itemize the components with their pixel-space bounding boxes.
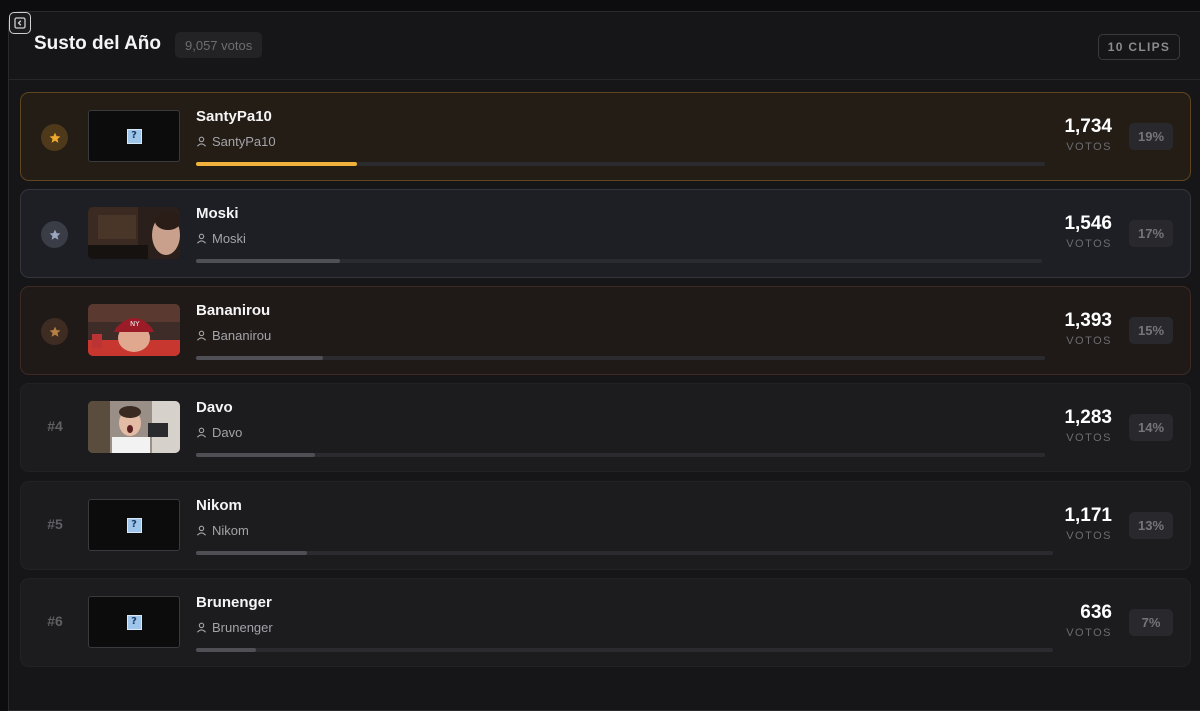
vote-percentage-badge: 7% xyxy=(1129,609,1173,636)
clip-title: Bananirou xyxy=(196,302,271,319)
vote-count: 636 xyxy=(1080,602,1112,623)
user-icon xyxy=(196,330,207,341)
vote-percentage-badge: 14% xyxy=(1129,414,1173,441)
vote-progress-bar xyxy=(196,162,1045,166)
rank-number: #4 xyxy=(47,418,63,434)
rank-number: #5 xyxy=(47,516,63,532)
question-mark-icon: ? xyxy=(126,517,142,533)
author-name: Bananirou xyxy=(212,328,272,343)
clip-title: Davo xyxy=(196,399,233,416)
vote-count-label: VOTOS xyxy=(1066,627,1112,639)
vote-count-label: VOTOS xyxy=(1066,432,1112,444)
rank-medal-bronze xyxy=(41,318,68,345)
star-icon xyxy=(49,132,60,143)
author-name: Brunenger xyxy=(212,620,273,635)
user-icon xyxy=(196,233,207,244)
vote-percentage-badge: 19% xyxy=(1129,123,1173,150)
question-mark-icon: ? xyxy=(126,128,142,144)
category-title: Susto del Año xyxy=(34,33,162,54)
clip-row[interactable]: #5? Nikom Nikom 1,171 VOTOS 13% xyxy=(20,481,1191,570)
vote-progress-fill xyxy=(196,259,340,263)
vote-progress-fill xyxy=(196,162,357,166)
clip-row[interactable]: #6? Brunenger Brunenger 636 VOTOS 7% xyxy=(20,578,1191,667)
vote-percentage-badge: 17% xyxy=(1129,220,1173,247)
star-icon xyxy=(49,229,60,240)
clip-title: Brunenger xyxy=(196,594,272,611)
vote-percentage-badge: 15% xyxy=(1129,317,1173,344)
vote-progress-bar xyxy=(196,259,1042,263)
clip-author: Bananirou xyxy=(196,328,271,343)
clip-title: Moski xyxy=(196,205,239,222)
vote-count-label: VOTOS xyxy=(1066,238,1112,250)
clip-thumbnail[interactable] xyxy=(88,401,180,453)
author-name: Nikom xyxy=(212,523,249,538)
clip-title: SantyPa10 xyxy=(196,108,272,125)
vote-progress-bar xyxy=(196,453,1045,457)
rank-medal-silver xyxy=(41,221,68,248)
clip-author: Davo xyxy=(196,425,242,440)
vote-progress-bar xyxy=(196,356,1045,360)
rank-medal-gold xyxy=(41,124,68,151)
author-name: Moski xyxy=(212,231,246,246)
star-icon xyxy=(49,326,60,337)
vote-count: 1,171 xyxy=(1064,505,1112,526)
clip-author: SantyPa10 xyxy=(196,134,276,149)
vote-progress-bar xyxy=(196,551,1053,555)
rank-number: #6 xyxy=(47,613,63,629)
vote-count: 1,283 xyxy=(1064,407,1112,428)
clip-author: Nikom xyxy=(196,523,249,538)
clip-thumbnail[interactable] xyxy=(88,207,180,259)
author-name: SantyPa10 xyxy=(212,134,276,149)
sidebar-collapse-icon xyxy=(14,17,26,29)
thumbnail-image xyxy=(88,207,180,259)
thumbnail-image xyxy=(88,401,180,453)
vote-percentage-badge: 13% xyxy=(1129,512,1173,539)
thumbnail-image: NY xyxy=(88,304,180,356)
vote-count: 1,546 xyxy=(1064,213,1112,234)
clips-count-badge: 10 CLIPS xyxy=(1098,34,1180,60)
clip-thumbnail[interactable]: ? xyxy=(88,596,180,648)
sidebar-collapse-button[interactable] xyxy=(9,12,31,34)
clip-row[interactable]: #4 Davo Davo 1,283 VOTOS 14% xyxy=(20,383,1191,472)
clip-row[interactable]: Moski Moski 1,546 VOTOS 17% xyxy=(20,189,1191,278)
question-mark-icon: ? xyxy=(126,614,142,630)
category-header: Susto del Año 9,057 votos 10 CLIPS xyxy=(9,12,1200,80)
clip-author: Brunenger xyxy=(196,620,273,635)
author-name: Davo xyxy=(212,425,243,440)
vote-progress-fill xyxy=(196,356,323,360)
vote-progress-fill xyxy=(196,551,307,555)
user-icon xyxy=(196,427,207,438)
clip-row[interactable]: ? SantyPa10 SantyPa10 1,734 VOTOS 19% xyxy=(20,92,1191,181)
user-icon xyxy=(196,136,207,147)
total-votes-badge: 9,057 votos xyxy=(175,32,263,58)
svg-text:NY: NY xyxy=(130,320,140,328)
clip-title: Nikom xyxy=(196,497,242,514)
clip-thumbnail[interactable]: ? xyxy=(88,110,180,162)
user-icon xyxy=(196,525,207,536)
vote-count: 1,393 xyxy=(1064,310,1112,331)
clip-row[interactable]: NY Bananirou Bananirou 1,393 VOTOS 15% xyxy=(20,286,1191,375)
vote-count-label: VOTOS xyxy=(1066,141,1112,153)
user-icon xyxy=(196,622,207,633)
vote-count-label: VOTOS xyxy=(1066,335,1112,347)
vote-progress-bar xyxy=(196,648,1053,652)
clip-thumbnail[interactable]: ? xyxy=(88,499,180,551)
vote-count: 1,734 xyxy=(1064,116,1112,137)
vote-progress-fill xyxy=(196,453,315,457)
clip-thumbnail[interactable]: NY xyxy=(88,304,180,356)
vote-progress-fill xyxy=(196,648,256,652)
clip-author: Moski xyxy=(196,231,246,246)
vote-count-label: VOTOS xyxy=(1066,530,1112,542)
